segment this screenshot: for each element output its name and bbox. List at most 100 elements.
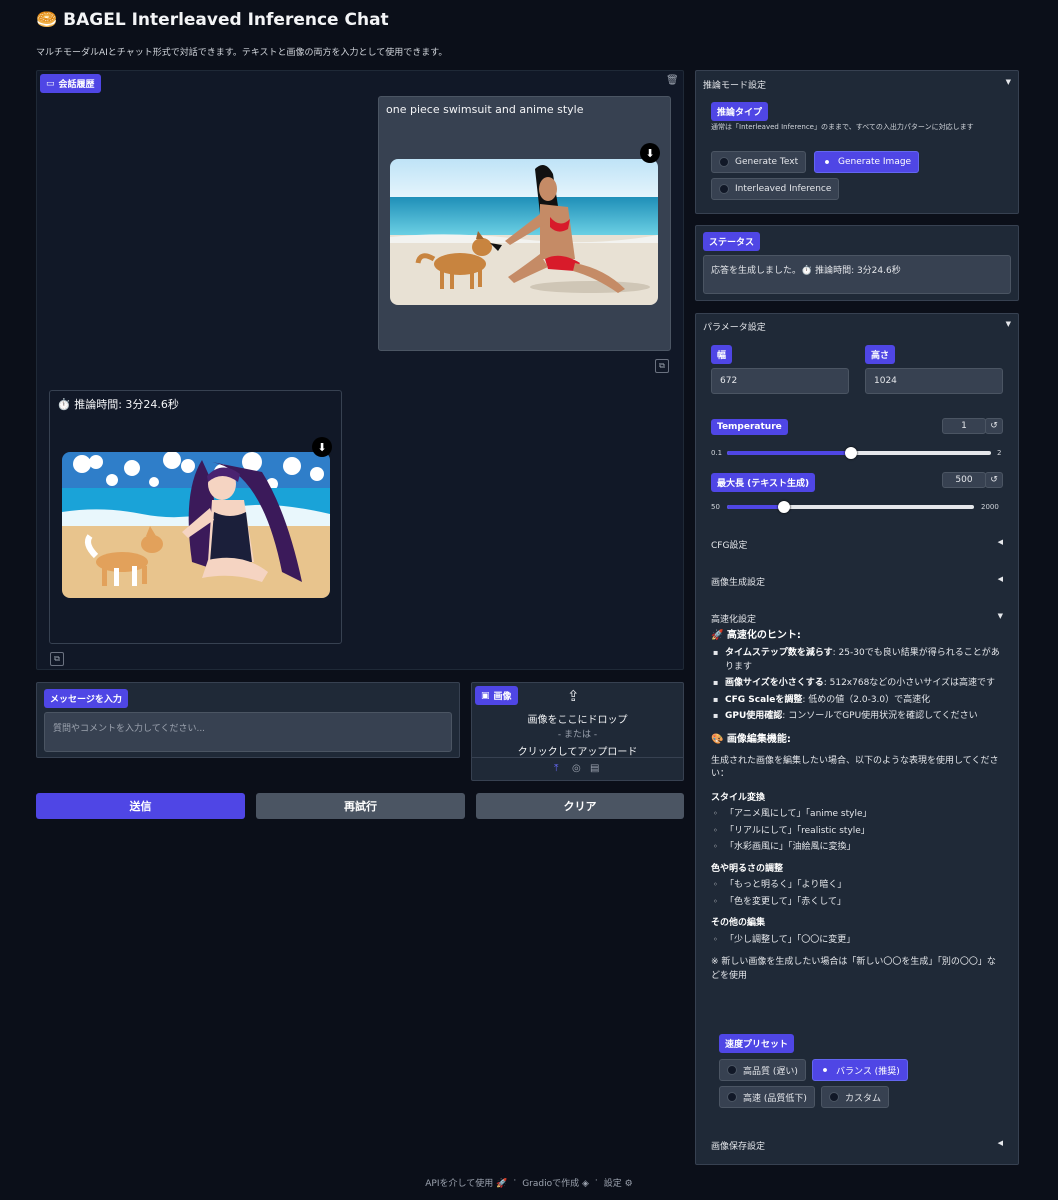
- app-title: 🥯 BAGEL Interleaved Inference Chat: [36, 10, 389, 30]
- download-icon[interactable]: ⬇: [640, 143, 660, 163]
- trash-icon[interactable]: 🗑: [666, 75, 679, 86]
- status-label: ステータス: [703, 232, 761, 251]
- footer-api-text: APIを介して使用: [425, 1179, 494, 1189]
- tip-item: タイムステップ数を減らす: 25-30でも良い結果が得られることがあります: [711, 647, 1003, 674]
- download-icon[interactable]: ⬇: [312, 437, 332, 457]
- footer-api-link[interactable]: APIを介して使用 🚀: [425, 1176, 507, 1189]
- message-input[interactable]: 質問やコメントを入力してください...: [44, 712, 452, 752]
- radio-label: Interleaved Inference: [735, 184, 832, 194]
- color-item: 「もっと明るく」「より暗く」: [711, 879, 1003, 893]
- copy-icon[interactable]: ⧉: [50, 652, 64, 666]
- tip-bold: タイムステップ数を減らす: [725, 648, 833, 658]
- chat-label: ▭ 会話履歴: [40, 74, 101, 93]
- user-beach-image: [390, 159, 658, 305]
- color-item: 「色を変更して」「赤くして」: [711, 896, 1003, 910]
- tip-text: : 512x768などの小さいサイズは高速です: [823, 678, 996, 688]
- temperature-input[interactable]: 1: [942, 418, 986, 434]
- webcam-icon[interactable]: ◎: [572, 763, 581, 774]
- height-label: 高さ: [865, 345, 896, 364]
- speed-preset-label: 速度プリセット: [719, 1034, 795, 1053]
- clipboard-icon[interactable]: ▤: [590, 763, 599, 774]
- preset-high-quality[interactable]: 高品質 (遅い): [719, 1059, 806, 1081]
- style-item: 「リアルにして」「realistic style」: [711, 825, 1003, 839]
- speed-section-title: 高速化設定: [711, 615, 757, 625]
- max-length-min: 50: [711, 503, 720, 511]
- cfg-section-title: CFG設定: [711, 541, 748, 551]
- radio-label: 高速 (品質低下): [743, 1093, 807, 1104]
- app-title-text: BAGEL Interleaved Inference Chat: [63, 10, 389, 30]
- width-label: 幅: [711, 345, 733, 364]
- edit-intro: 生成された画像を編集したい場合、以下のような表現を使用してください：: [711, 755, 999, 780]
- or-text: - または -: [557, 730, 598, 740]
- reset-icon[interactable]: ↺: [985, 472, 1003, 488]
- speed-tips-title: 🚀 高速化のヒント:: [711, 630, 801, 641]
- width-input[interactable]: 672: [711, 368, 849, 394]
- tip-item: GPU使用確認: コンソールでGPU使用状況を確認してください: [711, 710, 1003, 724]
- style-item: 「アニメ風にして」「anime style」: [711, 808, 1003, 822]
- save-section-header[interactable]: 画像保存設定 ◀: [711, 1139, 1003, 1152]
- retry-button[interactable]: 再試行: [256, 793, 465, 819]
- footer-settings-link[interactable]: 設定 ⚙: [604, 1176, 633, 1189]
- image-upload-label-text: 画像: [493, 692, 512, 702]
- upload-source-icon[interactable]: ⤒: [554, 763, 558, 774]
- temperature-min: 0.1: [711, 449, 723, 457]
- reset-icon[interactable]: ↺: [985, 418, 1003, 434]
- radio-label: カスタム: [845, 1093, 882, 1104]
- clear-button[interactable]: クリア: [476, 793, 684, 819]
- chat-label-text: 会話履歴: [58, 80, 95, 90]
- footer-separator: ·: [594, 1176, 598, 1186]
- footer-settings-text: 設定: [603, 1179, 622, 1189]
- radio-interleaved-inference[interactable]: Interleaved Inference: [711, 178, 840, 200]
- inference-mode-title: 推論モード設定: [703, 81, 767, 91]
- speed-section-header[interactable]: 高速化設定 ▼: [711, 612, 1003, 625]
- radio-label: 高品質 (遅い): [743, 1066, 798, 1077]
- inference-type-label: 推論タイプ: [711, 102, 769, 121]
- status-text: 応答を生成しました。⏱️ 推論時間: 3分24.6秒: [703, 255, 1011, 294]
- upload-icon[interactable]: ⇪: [567, 687, 580, 705]
- other-item: 「少し調整して」「〇〇に変更」: [711, 934, 1003, 948]
- footer-gradio-link[interactable]: Gradioで作成 ◈: [522, 1176, 589, 1189]
- tip-text: : コンソールでGPU使用状況を確認してください: [782, 711, 978, 721]
- tip-bold: GPU使用確認: [725, 711, 783, 721]
- inference-type-description: 通常は「Interleaved Inference」のままで、すべての入出力パタ…: [711, 123, 974, 131]
- footer: APIを介して使用 🚀 · Gradioで作成 ◈ · 設定 ⚙: [0, 1176, 1058, 1189]
- inference-mode-header[interactable]: 推論モード設定 ▼: [703, 78, 1011, 91]
- radio-generate-image[interactable]: Generate Image: [814, 151, 920, 173]
- collapse-icon: ▼: [1005, 320, 1011, 328]
- tip-bold: 画像サイズを小さくする: [725, 678, 824, 688]
- chat-icon: ▭: [46, 78, 55, 89]
- style-item: 「水彩画風に」「油絵風に変換」: [711, 841, 1003, 855]
- height-input[interactable]: 1024: [865, 368, 1003, 394]
- edit-tips-title: 🎨 画像編集機能:: [711, 733, 791, 745]
- style-title: スタイル変換: [711, 792, 766, 803]
- max-length-input[interactable]: 500: [942, 472, 986, 488]
- radio-label: バランス (推奨): [836, 1066, 900, 1077]
- cfg-section-header[interactable]: CFG設定 ◀: [711, 538, 1003, 551]
- collapse-icon: ▼: [997, 612, 1003, 620]
- image-upload-label: ▣ 画像: [475, 686, 518, 705]
- preset-balanced[interactable]: バランス (推奨): [812, 1059, 908, 1081]
- expand-icon: ◀: [997, 575, 1003, 583]
- copy-icon[interactable]: ⧉: [655, 359, 669, 373]
- expand-icon: ◀: [997, 538, 1003, 546]
- other-title: その他の編集: [711, 918, 766, 928]
- color-title: 色や明るさの調整: [711, 863, 784, 874]
- send-button[interactable]: 送信: [36, 793, 245, 819]
- tip-item: CFG Scaleを調整: 低めの値（2.0-3.0）で高速化: [711, 694, 1003, 708]
- max-length-slider[interactable]: [727, 501, 974, 513]
- footer-gradio-text: Gradioで作成: [522, 1179, 580, 1189]
- temperature-slider[interactable]: [727, 447, 991, 459]
- preset-custom[interactable]: カスタム: [821, 1086, 890, 1108]
- bot-anime-image: [62, 452, 330, 598]
- imggen-section-header[interactable]: 画像生成設定 ◀: [711, 575, 1003, 588]
- gradio-logo-icon: ◈: [581, 1179, 589, 1189]
- radio-generate-text[interactable]: Generate Text: [711, 151, 807, 173]
- preset-fast[interactable]: 高速 (品質低下): [719, 1086, 815, 1108]
- params-header[interactable]: パラメータ設定 ▼: [703, 320, 1011, 333]
- save-section-title: 画像保存設定: [711, 1142, 766, 1152]
- imggen-section-title: 画像生成設定: [711, 578, 766, 588]
- tip-bold: CFG Scaleを調整: [725, 694, 803, 705]
- bot-time-text: ⏱️ 推論時間: 3分24.6秒: [57, 398, 179, 411]
- click-upload-text[interactable]: クリックしてアップロード: [471, 743, 684, 758]
- collapse-icon: ▼: [1005, 78, 1011, 86]
